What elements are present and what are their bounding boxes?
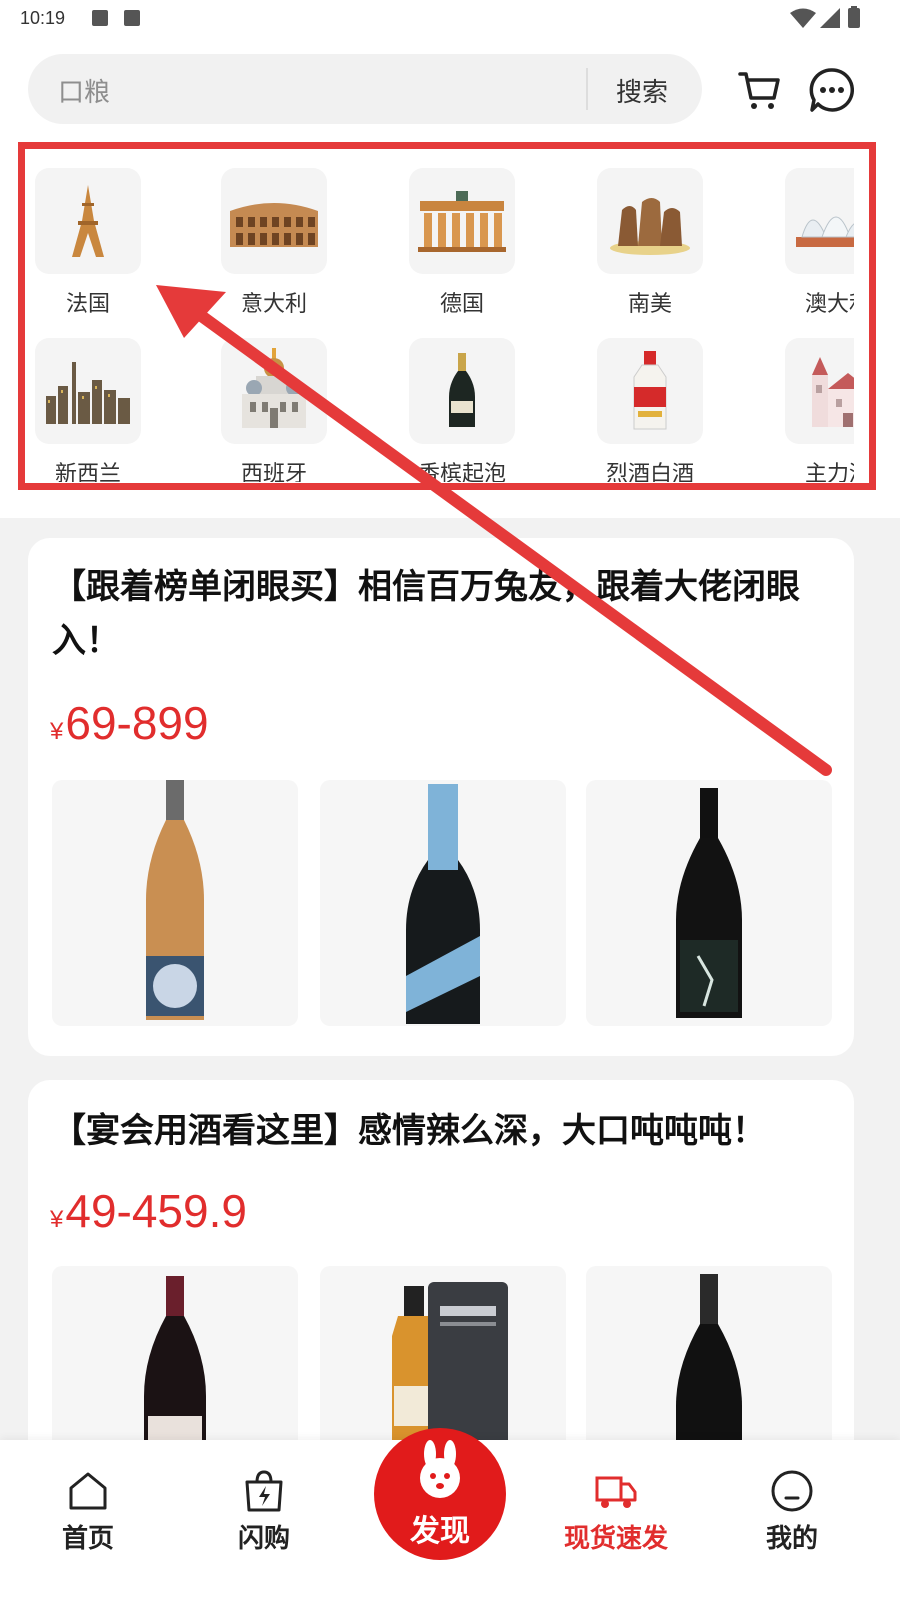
search-button[interactable]: 搜索	[616, 72, 668, 109]
card-title: 【宴会用酒看这里】感情辣么深，大口吨吨吨！	[52, 1111, 766, 1151]
status-time: 10:19	[20, 8, 66, 28]
nav-label: 我的	[765, 1524, 818, 1554]
moai-icon	[597, 168, 703, 274]
category-label: 意大利	[240, 292, 307, 317]
nav-label: 闪购	[237, 1524, 290, 1554]
nav-mine[interactable]: 我的	[732, 1468, 852, 1555]
category-grid: 法国 意大利 德国 南美 澳大利	[0, 146, 900, 518]
category-label: 烈酒白酒	[605, 462, 694, 482]
nav-flash-sale[interactable]: 闪购	[204, 1468, 324, 1555]
home-icon	[69, 1472, 107, 1510]
card-price: ¥69-899	[50, 696, 209, 750]
price-range: 69-899	[65, 697, 209, 749]
category-new-zealand[interactable]: 新西兰	[34, 338, 142, 482]
header: 口粮 搜索	[0, 38, 900, 146]
price-range: 49-459.9	[65, 1185, 247, 1237]
category-italy[interactable]: 意大利	[220, 168, 328, 328]
opera-house-icon	[785, 168, 854, 274]
card-title: 【跟着榜单闭眼买】相信百万兔友，跟着大佬闭眼入！	[52, 567, 800, 661]
colosseum-icon	[221, 168, 327, 274]
category-label: 澳大利	[804, 292, 854, 317]
category-australia[interactable]: 澳大利	[784, 168, 854, 328]
cart-icon[interactable]	[736, 66, 784, 114]
category-spain[interactable]: 西班牙	[220, 338, 328, 482]
search-input[interactable]: 口粮	[58, 72, 110, 109]
category-label: 新西兰	[54, 462, 121, 482]
category-label: 法国	[65, 292, 110, 317]
rabbit-mascot-icon	[420, 1440, 460, 1498]
nav-label: 现货速发	[563, 1524, 668, 1554]
city-skyline-icon	[35, 338, 141, 444]
battery-icon	[848, 6, 860, 28]
category-spirits[interactable]: 烈酒白酒	[596, 338, 704, 482]
category-label: 德国	[439, 292, 484, 317]
nav-discover[interactable]: 发现	[374, 1428, 506, 1560]
card-price: ¥49-459.9	[50, 1184, 247, 1238]
baijiu-bottle-icon	[597, 338, 703, 444]
product-image[interactable]	[52, 780, 298, 1026]
search-bar[interactable]: 口粮 搜索	[28, 54, 702, 124]
castle-icon	[785, 338, 854, 444]
champagne-bottle-icon	[409, 338, 515, 444]
nav-label: 首页	[61, 1524, 114, 1554]
brandenburg-gate-icon	[409, 168, 515, 274]
product-image[interactable]	[320, 780, 566, 1026]
app-notification-icon	[124, 10, 140, 26]
product-image[interactable]	[586, 780, 832, 1026]
category-champagne[interactable]: 香槟起泡	[408, 338, 516, 482]
chat-icon[interactable]	[808, 66, 856, 114]
cathedral-icon	[221, 338, 327, 444]
dark-wine-bottle	[676, 788, 742, 1018]
search-divider	[586, 68, 588, 110]
signal-icon	[820, 8, 840, 28]
category-germany[interactable]: 德国	[408, 168, 516, 328]
category-france[interactable]: 法国	[34, 168, 142, 328]
eiffel-tower-icon	[35, 168, 141, 274]
category-scroll[interactable]: 法国 意大利 德国 南美 澳大利	[34, 164, 854, 482]
image-notification-icon	[92, 10, 108, 26]
nav-spot-delivery[interactable]: 现货速发	[556, 1468, 676, 1555]
status-bar: 10:19	[0, 0, 900, 38]
currency-symbol: ¥	[50, 718, 64, 745]
nav-home[interactable]: 首页	[28, 1468, 148, 1555]
category-label: 南美	[627, 292, 672, 317]
currency-symbol: ¥	[50, 1206, 64, 1233]
product-collection-card[interactable]: 【跟着榜单闭眼买】相信百万兔友，跟着大佬闭眼入！ ¥69-899	[28, 538, 854, 1056]
category-south-america[interactable]: 南美	[596, 168, 704, 328]
category-main-wine[interactable]: 主力酒	[784, 338, 854, 482]
smile-face-icon	[771, 1470, 813, 1512]
category-label: 主力酒	[804, 462, 854, 482]
white-wine-bottle	[146, 780, 204, 1020]
wifi-icon	[790, 8, 816, 28]
category-label: 香槟起泡	[417, 462, 506, 482]
sparkling-wine-bottle	[406, 784, 480, 1024]
nav-label: 发现	[410, 1514, 470, 1549]
category-label: 西班牙	[240, 462, 307, 482]
shopping-bag-lightning-icon	[245, 1470, 283, 1512]
delivery-truck-icon	[595, 1476, 637, 1508]
